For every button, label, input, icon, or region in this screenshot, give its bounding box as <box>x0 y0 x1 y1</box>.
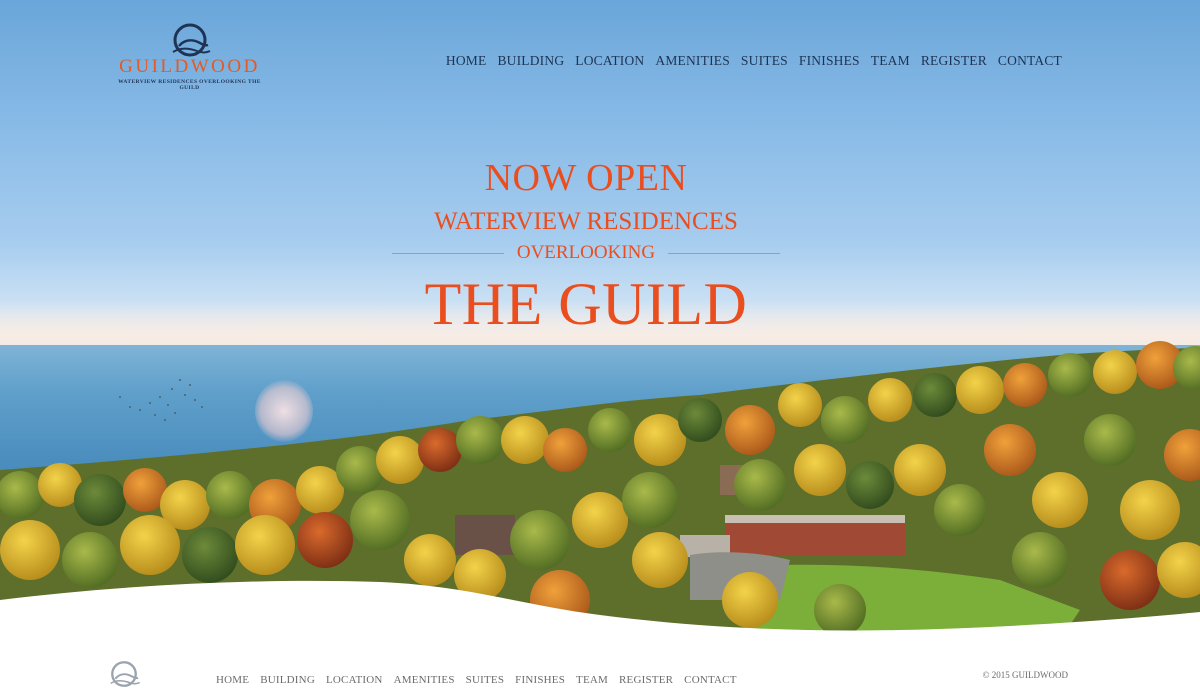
nav-building[interactable]: BUILDING <box>497 53 564 69</box>
footer-nav-suites[interactable]: SUITES <box>466 674 504 686</box>
footer-logo-icon[interactable] <box>106 656 142 692</box>
headline-overlooking: OVERLOOKING <box>516 242 656 263</box>
headline-waterview: WATERVIEW RESIDENCES <box>434 208 738 235</box>
footer-nav-location[interactable]: LOCATION <box>326 674 383 686</box>
footer-nav-team[interactable]: TEAM <box>576 674 608 686</box>
guildwood-logo-icon <box>171 23 210 57</box>
footer-nav-amenities[interactable]: AMENITIES <box>394 674 455 686</box>
footer-nav-finishes[interactable]: FINISHES <box>515 674 565 686</box>
headline-now-open: NOW OPEN <box>484 157 688 199</box>
brand-tagline: WATERVIEW RESIDENCES OVERLOOKING THE GUI… <box>118 79 261 91</box>
headline-overlooking-row: OVERLOOKING <box>386 241 786 265</box>
main-nav: HOME BUILDING LOCATION AMENITIES SUITES … <box>435 53 1062 69</box>
brand-logo[interactable]: GUILDWOOD WATERVIEW RESIDENCES OVERLOOKI… <box>112 22 267 91</box>
divider-left <box>392 253 504 254</box>
hero-headline: NOW OPEN WATERVIEW RESIDENCES OVERLOOKIN… <box>386 155 786 337</box>
footer-nav-building[interactable]: BUILDING <box>260 674 315 686</box>
nav-suites[interactable]: SUITES <box>741 53 788 69</box>
nav-finishes[interactable]: FINISHES <box>799 53 860 69</box>
headline-the-guild: THE GUILD <box>424 271 748 337</box>
nav-team[interactable]: TEAM <box>871 53 910 69</box>
footer-nav-home[interactable]: HOME <box>216 674 249 686</box>
footer-nav: HOME BUILDING LOCATION AMENITIES SUITES … <box>216 674 748 686</box>
nav-register[interactable]: REGISTER <box>921 53 987 69</box>
brand-name: GUILDWOOD <box>119 56 260 77</box>
nav-contact[interactable]: CONTACT <box>998 53 1062 69</box>
footer-nav-register[interactable]: REGISTER <box>619 674 673 686</box>
footer-nav-contact[interactable]: CONTACT <box>684 674 736 686</box>
divider-right <box>668 253 780 254</box>
nav-location[interactable]: LOCATION <box>575 53 644 69</box>
copyright-text: © 2015 GUILDWOOD <box>982 670 1068 680</box>
nav-amenities[interactable]: AMENITIES <box>655 53 730 69</box>
nav-home[interactable]: HOME <box>446 53 487 69</box>
